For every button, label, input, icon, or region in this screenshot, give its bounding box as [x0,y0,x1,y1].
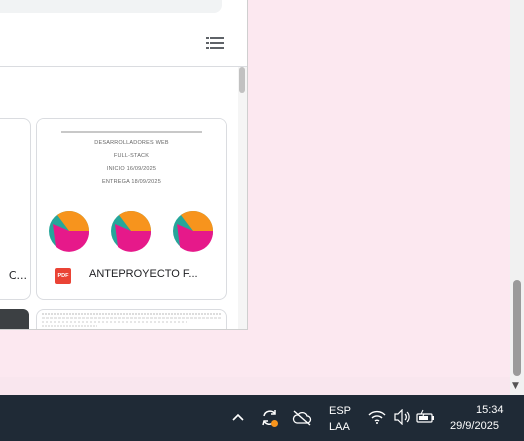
file-thumbnail: DESARROLLADORES WEB FULL-STACK INICIO 16… [37,119,226,257]
thumbnail-rule [61,131,202,133]
clock-date[interactable]: 29/9/2025 [450,420,499,432]
file-card-partial[interactable]: C... [0,118,31,300]
file-card-partial[interactable] [0,309,29,329]
chevron-up-icon[interactable] [231,412,245,422]
avatar-logo-icon [49,211,90,252]
language-indicator[interactable]: ESP [329,405,351,417]
header-divider [0,66,247,67]
keyboard-layout-indicator[interactable]: LAA [329,421,350,433]
page-scrollbar[interactable]: ▼ [510,0,524,395]
avatar-logo-icon [173,211,214,252]
thumbnail-line: INICIO 16/09/2025 [106,166,157,172]
thumbnail-line: FULL-STACK [113,153,150,159]
list-view-icon[interactable] [206,35,224,49]
file-thumbnail [42,313,221,327]
thumbnail-line: ENTREGA 18/09/2025 [102,179,161,185]
sync-icon[interactable] [260,408,280,428]
page-scrollbar-thumb[interactable] [513,280,521,376]
window-scrollbar[interactable] [238,67,247,329]
file-card-anteproyecto[interactable]: DESARROLLADORES WEB FULL-STACK INICIO 16… [36,118,227,300]
avatar-logo-icon [111,211,152,252]
desktop-background [0,377,510,395]
thumbnail-line: DESARROLLADORES WEB [94,140,169,146]
window-scrollbar-thumb[interactable] [239,67,245,93]
pdf-icon: PDF [55,268,71,284]
cloud-off-icon[interactable] [292,409,312,427]
taskbar: ESP LAA 15:34 29/9/2025 [0,395,524,441]
drive-window: C... DESARROLLADORES WEB FULL-STACK INIC… [0,0,248,330]
volume-icon[interactable] [393,409,411,425]
wifi-icon[interactable] [368,410,386,424]
file-card-title: C... [8,269,27,282]
clock-time[interactable]: 15:34 [476,404,504,416]
file-card-partial[interactable] [36,309,227,329]
battery-icon[interactable] [416,409,436,425]
scroll-down-arrow-icon[interactable]: ▼ [512,381,519,391]
file-card-footer: PDF ANTEPROYECTO F... [37,257,226,299]
file-card-title: ANTEPROYECTO F... [89,268,198,280]
search-bar[interactable] [0,0,222,13]
